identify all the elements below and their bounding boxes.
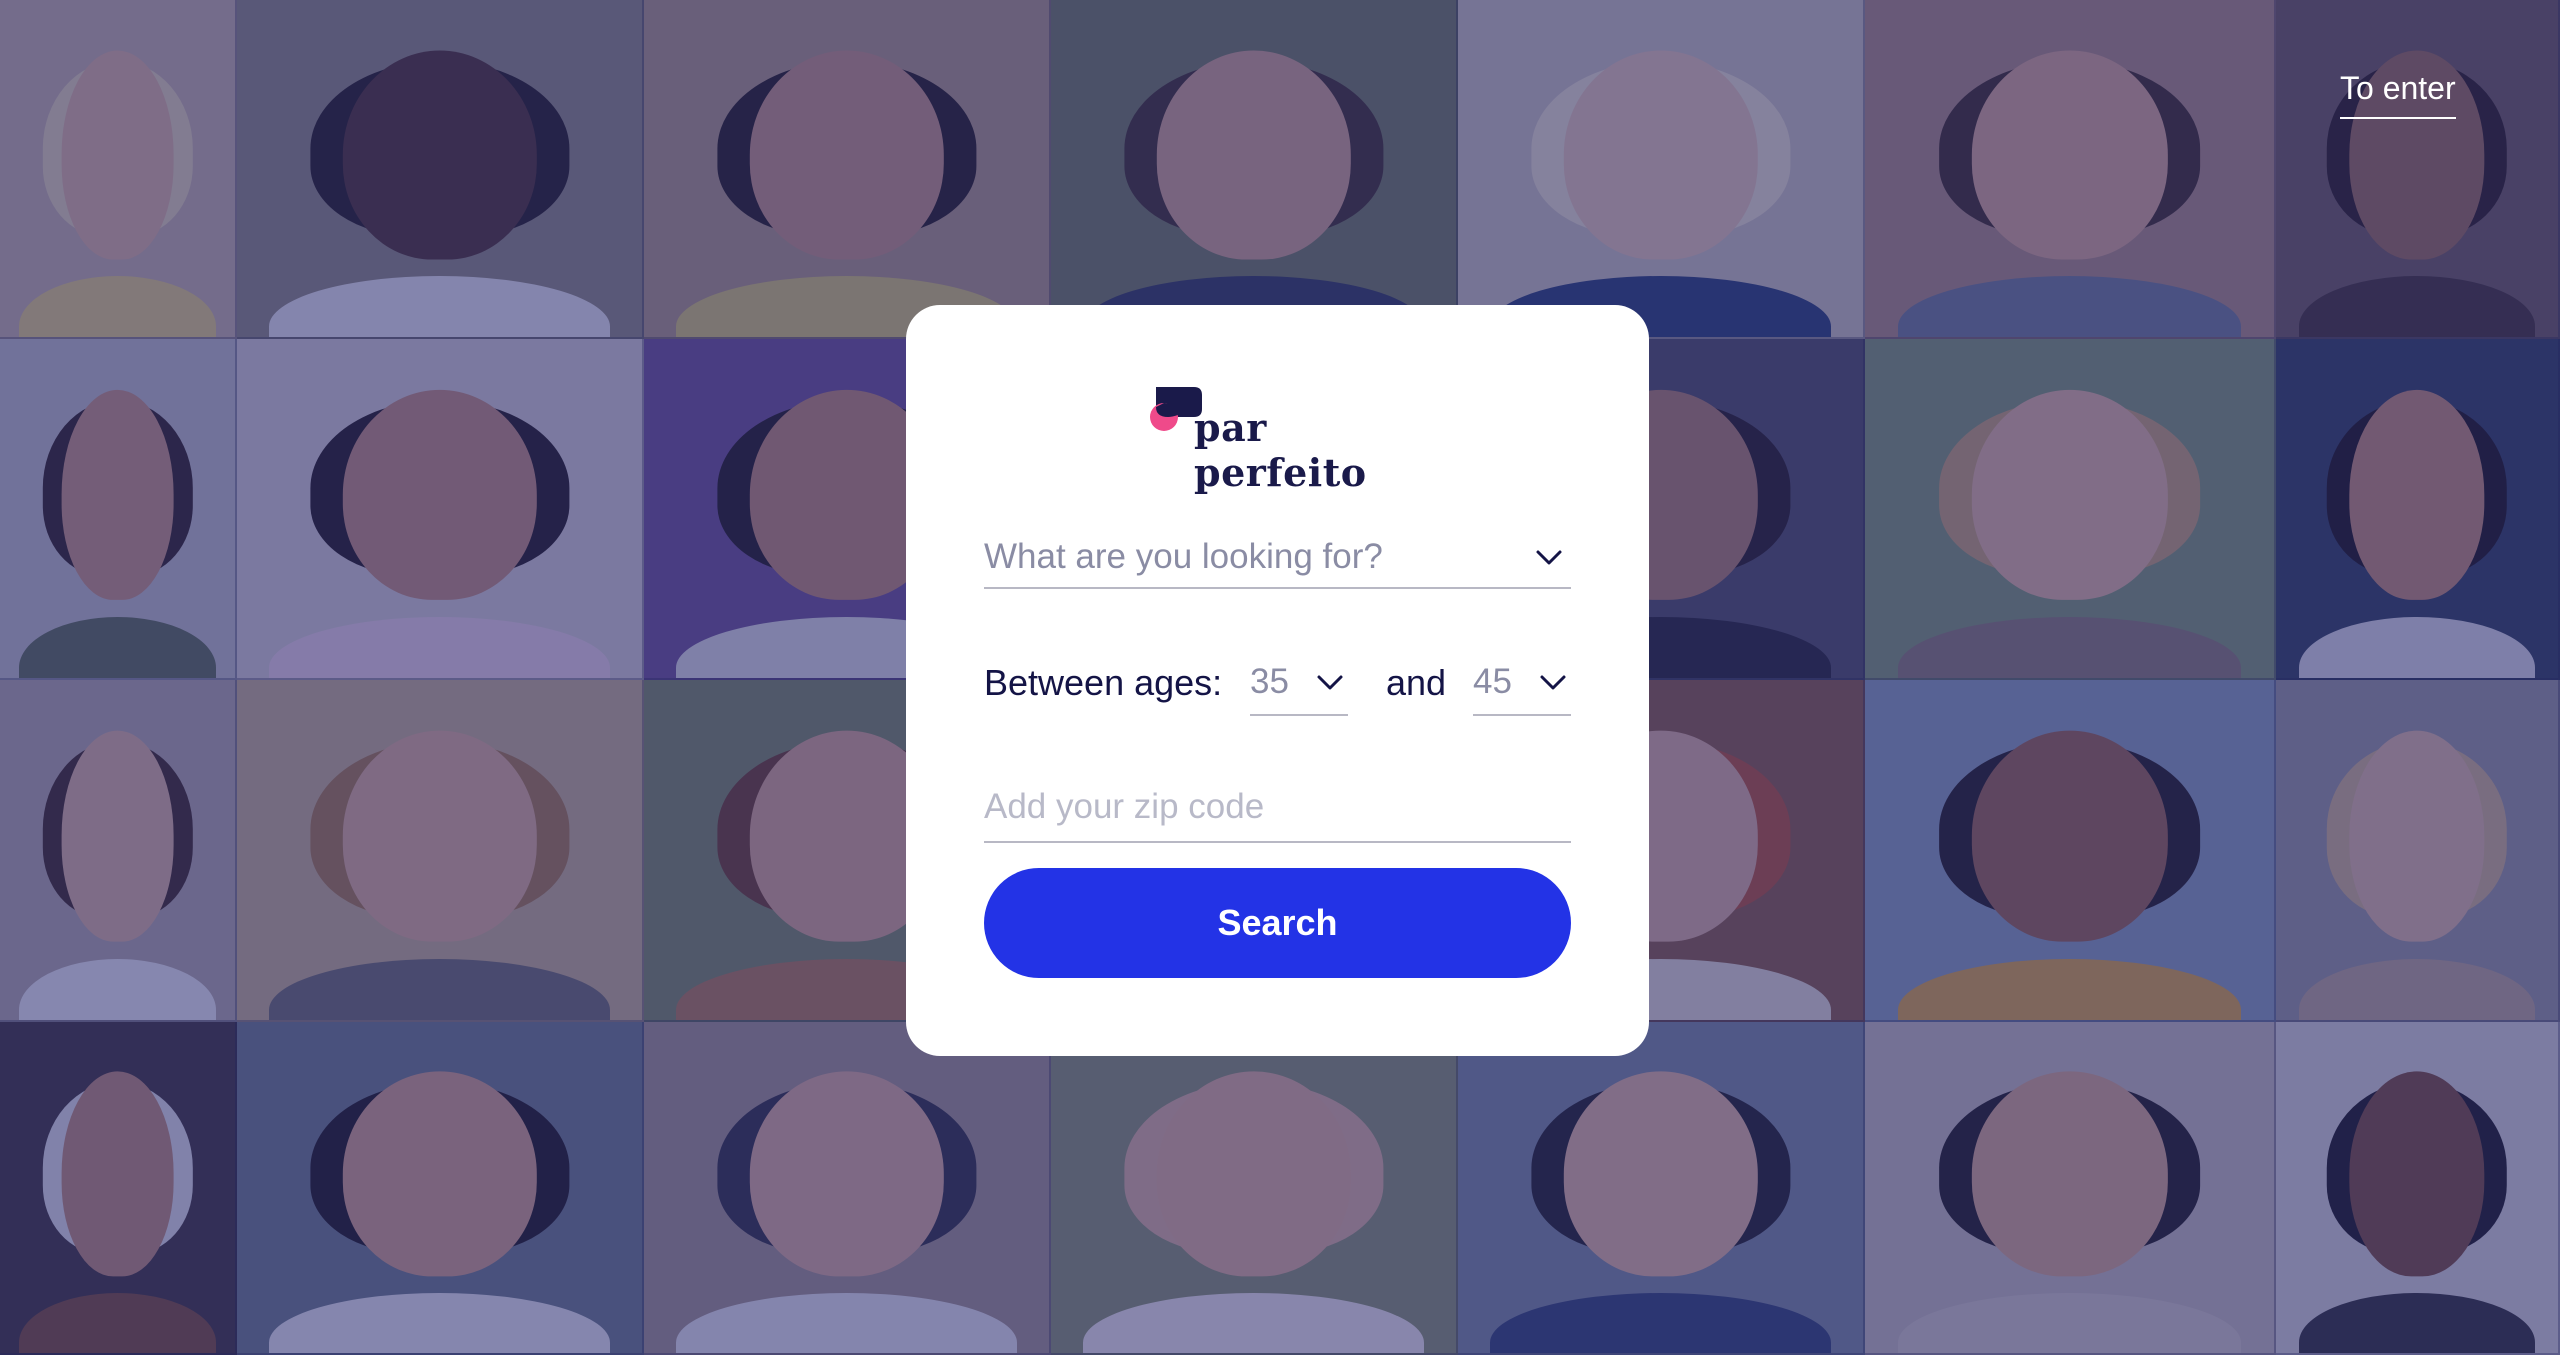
ages-label: Between ages:: [984, 662, 1223, 703]
brand-name: par perfeito: [1194, 405, 1367, 495]
and-label: and: [1386, 662, 1447, 703]
max-age-select[interactable]: 45: [1473, 650, 1571, 716]
brand-logo[interactable]: par perfeito: [1150, 385, 1410, 495]
looking-for-select[interactable]: What are you looking for?: [984, 523, 1571, 589]
max-age-value: 45: [1473, 662, 1512, 701]
search-button[interactable]: Search: [984, 868, 1571, 978]
looking-for-value: What are you looking for?: [984, 537, 1383, 576]
zip-code-input[interactable]: [984, 787, 1571, 827]
chevron-down-icon: [1317, 675, 1343, 690]
min-age-select[interactable]: 35: [1250, 650, 1348, 716]
to-enter-link[interactable]: To enter: [2340, 70, 2456, 119]
zip-code-field: [984, 775, 1571, 843]
chevron-down-icon: [1536, 550, 1562, 565]
chevron-down-icon: [1540, 675, 1566, 690]
search-card: par perfeito What are you looking for? B…: [906, 305, 1649, 1056]
min-age-value: 35: [1250, 662, 1289, 701]
age-range-row: Between ages: 35 and 45: [984, 650, 1571, 716]
